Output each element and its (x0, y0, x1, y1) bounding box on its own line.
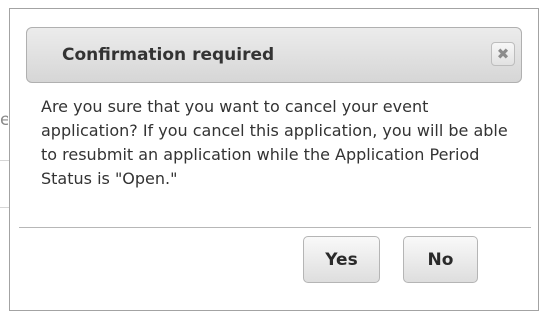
dialog-titlebar: Confirmation required ✖ (26, 27, 522, 83)
dialog-divider (19, 227, 531, 228)
close-button[interactable]: ✖ (491, 42, 515, 66)
confirmation-dialog: Confirmation required ✖ Are you sure tha… (9, 8, 539, 311)
dialog-title: Confirmation required (62, 45, 275, 65)
background-text-fragment: e (0, 110, 8, 130)
yes-button[interactable]: Yes (303, 236, 380, 283)
dialog-message: Are you sure that you want to cancel you… (41, 97, 508, 188)
no-button[interactable]: No (403, 236, 478, 283)
close-icon: ✖ (496, 45, 510, 63)
